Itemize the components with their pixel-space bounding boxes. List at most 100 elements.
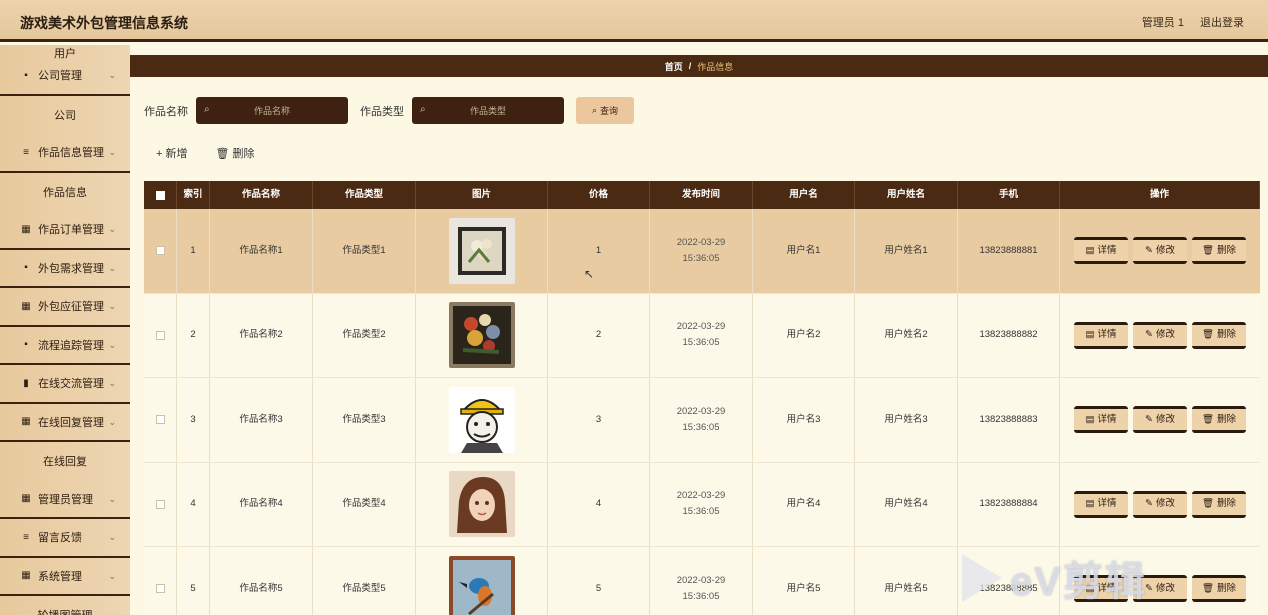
batch-delete-label: 删除 xyxy=(232,148,255,160)
index-cell: 5 xyxy=(177,547,210,615)
sidebar-group-label: 作品信息管理 xyxy=(38,147,104,160)
sidebar-group[interactable]: ≡ 留言反馈 ⌄ xyxy=(0,519,130,558)
table-row: 2 作品名称2 作品类型2 2 2022-03-29 15:36:05 用户名2 用户姓名2… xyxy=(144,293,1260,378)
sidebar-group[interactable]: ▦ 外包应征管理 ⌄ xyxy=(0,288,130,327)
user-fullname-cell: 用户姓名3 xyxy=(855,378,958,462)
sidebar-item[interactable]: 作品信息 xyxy=(0,173,130,212)
col-header: 图片 xyxy=(416,181,548,209)
query-button[interactable]: ⌕ 查询 xyxy=(576,97,634,124)
sidebar-group[interactable]: ▮ 在线交流管理 ⌄ xyxy=(0,365,130,404)
trash-icon: 🗑 xyxy=(1201,498,1215,510)
col-header: 手机 xyxy=(958,181,1060,209)
sidebar-group[interactable]: ▪ 公司管理 ⌄ xyxy=(0,57,130,96)
work-name-cell: 作品名称3 xyxy=(210,378,313,462)
edit-button[interactable]: ✎ 修改 xyxy=(1133,406,1187,434)
row-checkbox[interactable] xyxy=(155,499,165,509)
trash-icon: 🗑 xyxy=(1201,329,1215,341)
sidebar-group-label: 留言反馈 xyxy=(38,532,82,545)
work-image[interactable] xyxy=(416,547,548,615)
search-icon: ⌕ xyxy=(204,104,210,115)
type-search-input[interactable]: ⌕ 作品类型 xyxy=(412,97,564,124)
sidebar-group-label: 系统管理 xyxy=(38,570,82,583)
logout-link[interactable]: 退出登录 xyxy=(1200,14,1244,30)
detail-button[interactable]: ▤ 详情 xyxy=(1074,406,1128,434)
menu-icon: ▦ xyxy=(21,223,31,235)
edit-button[interactable]: ✎ 修改 xyxy=(1133,237,1187,265)
work-image[interactable] xyxy=(416,293,548,377)
delete-button[interactable]: 🗑 删除 xyxy=(1192,321,1246,349)
work-image[interactable] xyxy=(416,209,548,293)
breadcrumb-home[interactable]: 首页 xyxy=(665,60,683,73)
delete-button[interactable]: 🗑 删除 xyxy=(1192,490,1246,518)
work-type-cell: 作品类型5 xyxy=(313,547,416,615)
chevron-down-icon: ⌄ xyxy=(108,570,116,581)
sidebar-item[interactable]: 在线回复 xyxy=(0,442,130,481)
sidebar-group[interactable]: ▦ 管理员管理 ⌄ xyxy=(0,481,130,519)
col-header: 作品类型 xyxy=(313,181,416,209)
username-cell: 用户名1 xyxy=(753,209,855,293)
username-cell: 用户名4 xyxy=(753,462,855,546)
col-header: 价格 xyxy=(548,181,650,209)
publish-time-cell: 2022-03-29 15:36:05 xyxy=(676,490,726,518)
sidebar-item[interactable]: 公司 xyxy=(0,96,130,135)
sidebar-group[interactable]: ≡ 作品信息管理 ⌄ xyxy=(0,134,130,173)
sidebar-group[interactable]: ▦ 系统管理 ⌄ xyxy=(0,558,130,596)
edit-button-label: 修改 xyxy=(1155,413,1175,425)
sidebar-group[interactable]: ▪ 流程追踪管理 ⌄ xyxy=(0,327,130,365)
sidebar-group[interactable]: ▪ 外包需求管理 ⌄ xyxy=(0,250,130,288)
trash-icon: 🗑 xyxy=(1201,244,1215,256)
batch-delete-button[interactable]: 🗑 删除 xyxy=(215,145,254,161)
edit-button[interactable]: ✎ 修改 xyxy=(1133,490,1187,518)
top-right-menu: 管理员 1 退出登录 xyxy=(1142,14,1244,30)
col-header: 作品名称 xyxy=(210,181,313,209)
sidebar-group[interactable]: ▦ 在线回复管理 ⌄ xyxy=(0,404,130,442)
search-icon: ⌕ xyxy=(591,105,598,115)
table-header: 索引 作品名称 作品类型 图片 价格 发布时间 用户名 用户姓名 手机 操作 xyxy=(144,181,1260,209)
row-checkbox[interactable] xyxy=(155,415,165,425)
work-image[interactable] xyxy=(416,378,548,462)
play-logo-icon xyxy=(962,554,1002,602)
edit-button[interactable]: ✎ 修改 xyxy=(1133,321,1187,349)
name-search-placeholder: 作品名称 xyxy=(253,106,290,116)
menu-icon: ▮ xyxy=(23,377,29,389)
trash-icon: 🗑 xyxy=(215,148,230,160)
work-image[interactable] xyxy=(416,462,548,546)
type-search-placeholder: 作品类型 xyxy=(469,106,506,116)
sidebar-group-label: 外包需求管理 xyxy=(38,262,104,275)
row-checkbox[interactable] xyxy=(155,246,165,256)
trash-icon: 🗑 xyxy=(1201,582,1215,594)
work-type-cell: 作品类型3 xyxy=(313,378,416,462)
index-cell: 2 xyxy=(177,293,210,377)
detail-button-label: 详情 xyxy=(1097,498,1117,510)
price-cell: 5 xyxy=(548,547,650,615)
add-button[interactable]: + 新增 xyxy=(156,145,187,161)
detail-button[interactable]: ▤ 详情 xyxy=(1074,237,1128,265)
col-header: 用户姓名 xyxy=(855,181,958,209)
work-type-cell: 作品类型2 xyxy=(313,293,416,377)
price-cell: 3 xyxy=(548,378,650,462)
sidebar-item-label: 轮播图管理 xyxy=(38,607,93,615)
delete-button[interactable]: 🗑 删除 xyxy=(1192,237,1246,265)
publish-time-cell: 2022-03-29 15:36:05 xyxy=(676,405,726,433)
select-all-checkbox[interactable] xyxy=(155,190,165,200)
sidebar-group-label: 在线回复管理 xyxy=(38,416,104,429)
phone-cell: 13823888882 xyxy=(958,293,1060,377)
current-user[interactable]: 管理员 1 xyxy=(1142,14,1184,30)
price-cell: 2 xyxy=(548,293,650,377)
row-checkbox[interactable] xyxy=(155,584,165,594)
sidebar-item[interactable]: 轮播图管理 xyxy=(0,596,130,615)
document-icon: ▤ xyxy=(1085,498,1095,510)
delete-button[interactable]: 🗑 删除 xyxy=(1192,406,1246,434)
col-header: 发布时间 xyxy=(650,181,753,209)
breadcrumb: 首页 / 作品信息 xyxy=(130,55,1268,77)
delete-button-label: 删除 xyxy=(1217,582,1237,594)
menu-icon: ▦ xyxy=(21,570,31,582)
sidebar-group[interactable]: ▦ 作品订单管理 ⌄ xyxy=(0,211,130,250)
delete-button-label: 删除 xyxy=(1217,244,1237,256)
phone-cell: 13823888883 xyxy=(958,378,1060,462)
name-search-input[interactable]: ⌕ 作品名称 xyxy=(196,97,348,124)
sidebar-item[interactable]: 用户 xyxy=(0,45,130,60)
detail-button[interactable]: ▤ 详情 xyxy=(1074,490,1128,518)
row-checkbox[interactable] xyxy=(155,330,165,340)
detail-button[interactable]: ▤ 详情 xyxy=(1074,321,1128,349)
